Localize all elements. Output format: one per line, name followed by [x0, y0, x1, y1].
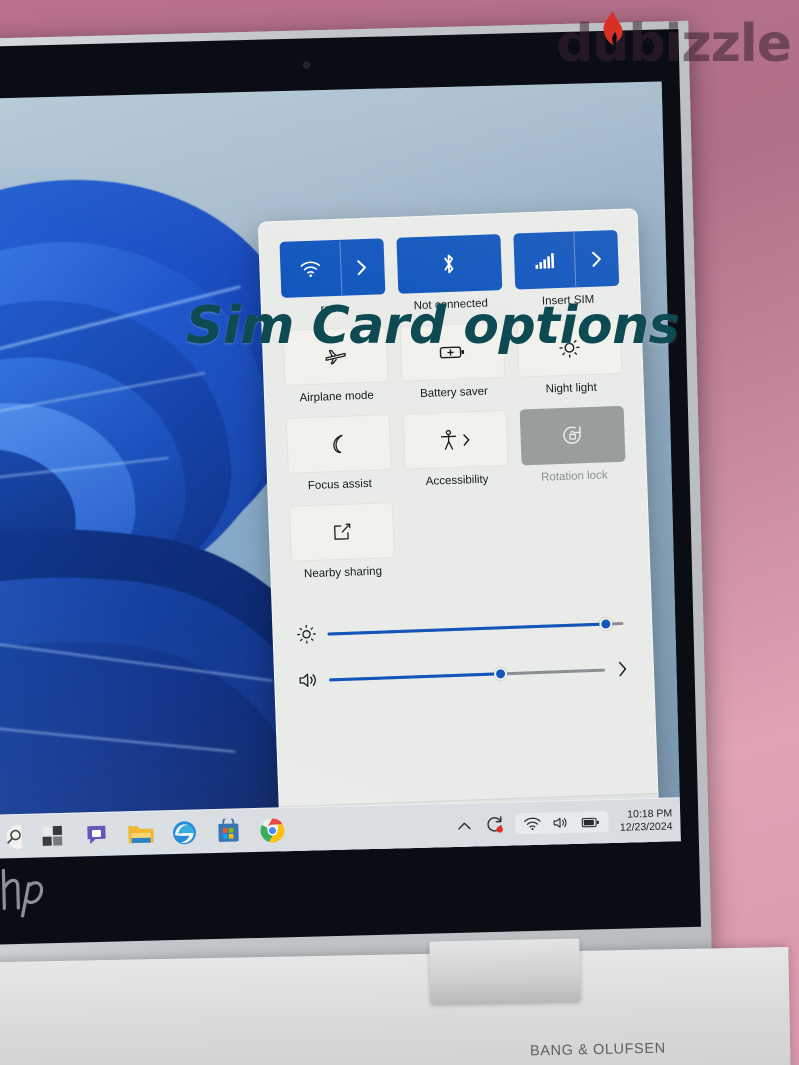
battery-saver-toggle-button[interactable] [399, 322, 506, 382]
quick-settings-panel[interactable]: reem Not connected Insert SIM Airplane m… [257, 208, 661, 859]
quick-tile-night-light: Night light [513, 317, 627, 406]
quick-tile-accessibility: Accessibility [399, 409, 513, 498]
volume-thumb[interactable] [493, 666, 507, 681]
tray-wifi-icon [524, 816, 542, 830]
accessibility-toggle-button[interactable] [402, 409, 509, 470]
quick-tile-wifi: reem [275, 238, 389, 326]
wifi-toggle-half[interactable] [280, 240, 343, 297]
night-light-icon [559, 337, 580, 358]
taskbar-item-microsoft-edge[interactable] [170, 818, 199, 847]
folder-icon [127, 825, 154, 843]
taskbar-item-search[interactable] [0, 822, 23, 851]
brightness-icon [293, 624, 320, 645]
quick-tile-label: Battery saver [419, 385, 489, 401]
moon-icon [332, 434, 343, 454]
hp-logo [0, 863, 57, 922]
quick-tile-label: Nearby sharing [303, 565, 383, 581]
wifi-icon [300, 261, 321, 277]
nearby-sharing-toggle-button[interactable] [288, 502, 395, 562]
accessibility-icon [441, 429, 457, 450]
taskbar-item-chat[interactable] [82, 820, 111, 849]
battery-saver-icon [439, 346, 465, 359]
clock-time: 10:18 PM [627, 807, 673, 822]
volume-fill [329, 671, 501, 681]
chevron-right-icon [357, 259, 367, 275]
bang-olufsen-label: BANG & OLUFSEN [529, 1040, 666, 1060]
quick-tile-focus-assist: Focus assist [282, 414, 396, 502]
laptop-hinge [429, 938, 581, 1004]
cellular-toggle-half[interactable] [514, 232, 577, 289]
photo-of-laptop-screen: dubizzle reem Not connected Insert SIM A… [0, 0, 799, 1065]
display-screen: reem Not connected Insert SIM Airplane m… [0, 81, 681, 859]
screen-bezel: reem Not connected Insert SIM Airplane m… [0, 29, 702, 946]
airplane-mode-toggle-button[interactable] [282, 326, 389, 386]
taskbar-clock[interactable]: 10:18 PM 12/23/2024 [619, 807, 673, 834]
edge-icon [172, 820, 196, 844]
night-light-toggle-button[interactable] [516, 317, 623, 378]
volume-icon [295, 670, 322, 691]
cellular-icon [535, 253, 555, 269]
rotation-lock-toggle-button [519, 405, 626, 466]
taskbar-item-microsoft-store[interactable] [214, 817, 243, 846]
wifi-toggle-button[interactable] [279, 238, 386, 298]
quick-settings-grid: reem Not connected Insert SIM Airplane m… [259, 209, 650, 594]
tray-overflow-button[interactable] [456, 816, 474, 834]
store-icon [218, 818, 239, 842]
quick-tile-label: Night light [545, 381, 597, 396]
update-icon [487, 816, 503, 833]
quick-tile-battery-saver: Battery saver [396, 322, 510, 410]
quick-tile-nearby-sharing: Nearby sharing [285, 502, 399, 590]
quick-tile-label: Accessibility [425, 473, 489, 488]
webcam-icon [303, 61, 311, 69]
keyboard-deck [0, 946, 792, 1065]
brightness-slider[interactable] [327, 616, 624, 636]
clock-date: 12/23/2024 [619, 819, 673, 834]
taskbar-item-google-chrome[interactable] [258, 816, 287, 845]
chevron-up-icon [458, 821, 472, 830]
widgets-icon [42, 825, 63, 846]
chevron-right-icon [618, 661, 627, 677]
chevron-right-icon [591, 251, 601, 267]
chevron-right-icon [463, 433, 470, 446]
cellular-toggle-button[interactable] [513, 229, 620, 290]
quick-tile-rotation-lock: Rotation lock [516, 405, 630, 494]
bluetooth-toggle-button[interactable] [396, 234, 503, 294]
search-icon [6, 824, 22, 849]
volume-expand-chevron[interactable] [613, 661, 634, 678]
quick-tile-label: Airplane mode [299, 389, 374, 405]
share-icon [333, 523, 351, 540]
taskbar-item-file-explorer[interactable] [126, 819, 155, 848]
airplane-icon [325, 349, 346, 365]
wifi-expand-chevron[interactable] [340, 239, 384, 294]
taskbar-apps [0, 816, 287, 852]
chrome-icon [260, 818, 285, 843]
quick-tile-cellular: Insert SIM [510, 229, 624, 318]
quick-tile-label: Not connected [413, 297, 489, 313]
bluetooth-icon [444, 254, 454, 274]
tray-volume-icon [553, 815, 571, 830]
sliders-section [272, 581, 654, 704]
quick-tile-label: Rotation lock [540, 469, 608, 484]
brightness-thumb[interactable] [598, 616, 613, 631]
tray-battery-icon [582, 816, 601, 828]
quick-tile-label: Insert SIM [541, 293, 595, 308]
quick-tile-label: Focus assist [307, 477, 373, 493]
quick-tile-airplane-mode: Airplane mode [279, 326, 393, 414]
accessibility-expand-chevron[interactable] [463, 433, 471, 446]
quick-tile-bluetooth: Not connected [393, 234, 507, 322]
taskbar-item-widgets[interactable] [38, 821, 67, 850]
rotation-lock-icon [563, 426, 582, 444]
laptop-lid: reem Not connected Insert SIM Airplane m… [0, 20, 712, 970]
tray-update-button[interactable] [485, 814, 505, 834]
cellular-expand-chevron[interactable] [575, 231, 619, 286]
quick-tile-label: reem [320, 302, 347, 316]
volume-slider[interactable] [329, 666, 606, 681]
system-tray: 10:18 PM 12/23/2024 [456, 808, 681, 838]
focus-assist-toggle-button[interactable] [285, 414, 392, 474]
tray-quick-settings-button[interactable] [515, 811, 610, 835]
brightness-fill [327, 622, 606, 636]
chat-icon [87, 825, 106, 844]
